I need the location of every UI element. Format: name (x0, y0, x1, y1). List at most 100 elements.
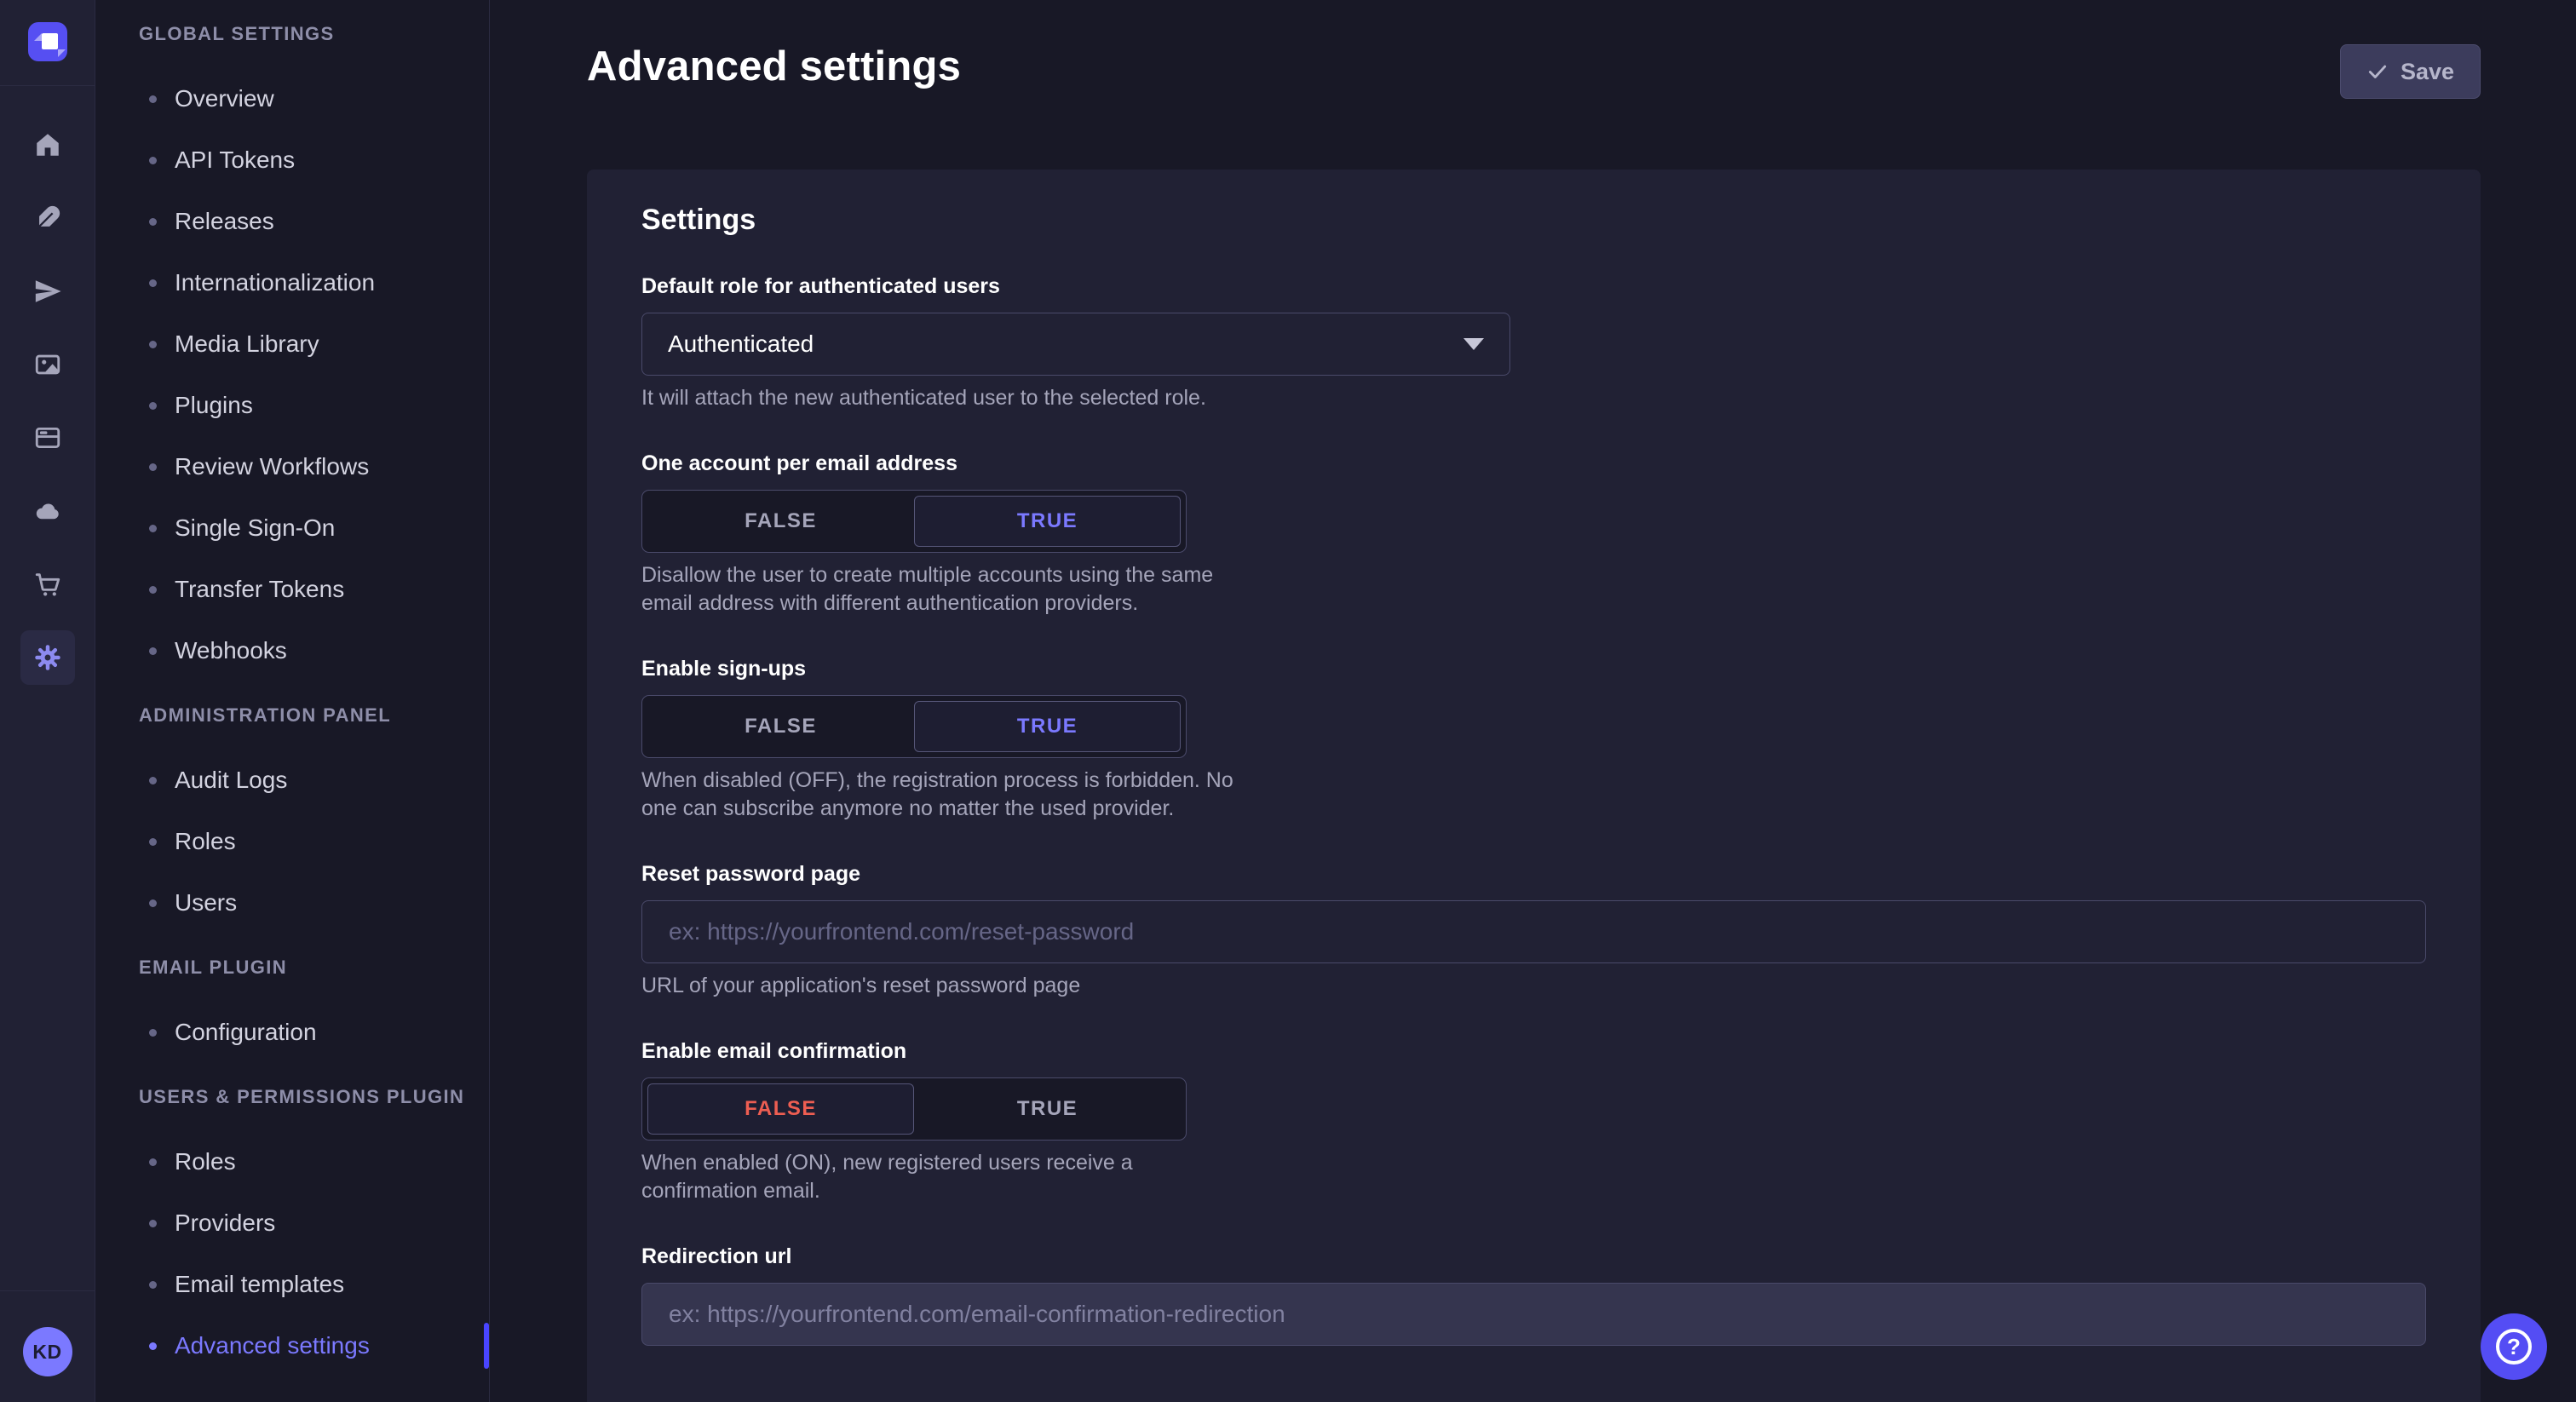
sidebar-item-label: Single Sign-On (175, 514, 335, 542)
field-reset-password: Reset password page URL of your applicat… (641, 862, 2426, 1000)
bullet-icon (149, 463, 157, 471)
strapi-logo[interactable] (28, 22, 67, 61)
subnav-list-email: Configuration (96, 1002, 489, 1063)
sign-ups-toggle: FALSE TRUE (641, 695, 1187, 758)
sidebar-item-label: Webhooks (175, 637, 287, 664)
one-account-true-option[interactable]: TRUE (914, 496, 1181, 547)
default-role-label: Default role for authenticated users (641, 274, 2426, 299)
feather-icon[interactable] (20, 191, 75, 245)
one-account-toggle: FALSE TRUE (641, 490, 1187, 553)
subnav-section-global-settings: GLOBAL SETTINGS (96, 22, 489, 46)
bullet-icon (149, 1281, 157, 1289)
media-library-icon[interactable] (20, 337, 75, 392)
sidebar-item-email-templates[interactable]: Email templates (96, 1254, 489, 1315)
sidebar-item-label: Users (175, 889, 237, 916)
sidebar-item-label: Internationalization (175, 269, 375, 296)
sidebar-item-label: Configuration (175, 1019, 317, 1046)
sidebar-item-label: Plugins (175, 392, 253, 419)
sidebar-item-plugins[interactable]: Plugins (96, 375, 489, 436)
bullet-icon (149, 1220, 157, 1227)
sidebar-item-audit-logs[interactable]: Audit Logs (96, 750, 489, 811)
sidebar-item-media-library[interactable]: Media Library (96, 313, 489, 375)
logo-square (42, 33, 58, 49)
field-redirection-url: Redirection url (641, 1244, 2426, 1346)
bullet-icon (149, 1158, 157, 1166)
bullet-icon (149, 525, 157, 532)
home-icon[interactable] (20, 118, 75, 172)
field-email-confirmation: Enable email confirmation FALSE TRUE Whe… (641, 1039, 2426, 1205)
email-confirmation-toggle: FALSE TRUE (641, 1077, 1187, 1141)
sidebar-item-api-tokens[interactable]: API Tokens (96, 129, 489, 191)
sidebar-item-label: Overview (175, 85, 274, 112)
save-button[interactable]: Save (2340, 44, 2481, 99)
sidebar-item-label: Media Library (175, 330, 319, 358)
email-confirmation-hint: When enabled (ON), new registered users … (641, 1149, 1238, 1205)
sign-ups-false-option[interactable]: FALSE (647, 701, 914, 752)
sign-ups-label: Enable sign-ups (641, 657, 2426, 681)
bullet-icon (149, 838, 157, 846)
rail-divider-bottom (0, 1290, 95, 1291)
logo-triangle-bottom (58, 49, 66, 57)
subnav-section-users-permissions-plugin: USERS & PERMISSIONS PLUGIN (96, 1085, 489, 1109)
rail-divider-top (0, 85, 95, 86)
cloud-icon[interactable] (20, 484, 75, 538)
sign-ups-true-option[interactable]: TRUE (914, 701, 1181, 752)
one-account-label: One account per email address (641, 451, 2426, 476)
cart-icon[interactable] (20, 557, 75, 612)
settings-gear-icon[interactable] (20, 630, 75, 685)
sidebar-item-providers[interactable]: Providers (96, 1192, 489, 1254)
redirection-url-label: Redirection url (641, 1244, 2426, 1269)
sidebar-item-internationalization[interactable]: Internationalization (96, 252, 489, 313)
email-confirmation-true-option[interactable]: TRUE (914, 1083, 1181, 1135)
sidebar-item-review-workflows[interactable]: Review Workflows (96, 436, 489, 497)
reset-password-label: Reset password page (641, 862, 2426, 887)
sidebar-item-label: API Tokens (175, 147, 295, 174)
subnav-section-administration-panel: ADMINISTRATION PANEL (96, 704, 489, 727)
bullet-icon (149, 157, 157, 164)
main-content: Advanced settings Save Settings Default … (491, 0, 2576, 1402)
sidebar-item-advanced-settings[interactable]: Advanced settings (96, 1315, 489, 1376)
subnav-list-admin: Audit Logs Roles Users (96, 750, 489, 934)
sidebar-item-transfer-tokens[interactable]: Transfer Tokens (96, 559, 489, 620)
page-title: Advanced settings (587, 43, 961, 90)
layout-icon[interactable] (20, 411, 75, 465)
reset-password-input[interactable] (641, 900, 2426, 963)
one-account-hint: Disallow the user to create multiple acc… (641, 561, 1238, 618)
field-one-account: One account per email address FALSE TRUE… (641, 451, 2426, 618)
sidebar-item-users[interactable]: Users (96, 872, 489, 934)
avatar[interactable]: KD (23, 1327, 72, 1376)
active-indicator-bar (484, 1323, 489, 1369)
bullet-icon (149, 1342, 157, 1350)
redirection-url-input[interactable] (641, 1283, 2426, 1346)
bullet-icon (149, 341, 157, 348)
bullet-icon (149, 279, 157, 287)
help-button[interactable]: ? (2481, 1313, 2547, 1380)
one-account-false-option[interactable]: FALSE (647, 496, 914, 547)
email-confirmation-label: Enable email confirmation (641, 1039, 2426, 1064)
email-confirmation-false-option[interactable]: FALSE (647, 1083, 914, 1135)
subnav-list-users-permissions: Roles Providers Email templates Advanced… (96, 1131, 489, 1376)
sidebar-item-overview[interactable]: Overview (96, 68, 489, 129)
sidebar-item-single-sign-on[interactable]: Single Sign-On (96, 497, 489, 559)
bullet-icon (149, 777, 157, 784)
check-icon (2366, 60, 2389, 83)
question-mark-icon: ? (2496, 1329, 2532, 1365)
sidebar-item-configuration[interactable]: Configuration (96, 1002, 489, 1063)
paper-plane-icon[interactable] (20, 264, 75, 319)
sidebar-item-label: Review Workflows (175, 453, 369, 480)
icon-rail: KD (0, 0, 95, 1402)
default-role-hint: It will attach the new authenticated use… (641, 384, 2426, 412)
sidebar-item-webhooks[interactable]: Webhooks (96, 620, 489, 681)
bullet-icon (149, 899, 157, 907)
sidebar-item-admin-roles[interactable]: Roles (96, 811, 489, 872)
sidebar-item-label: Roles (175, 1148, 236, 1175)
rail-bottom: KD (0, 1290, 95, 1402)
sidebar-item-up-roles[interactable]: Roles (96, 1131, 489, 1192)
default-role-select[interactable]: Authenticated (641, 313, 1510, 376)
field-sign-ups: Enable sign-ups FALSE TRUE When disabled… (641, 657, 2426, 823)
settings-subnav: GLOBAL SETTINGS Overview API Tokens Rele… (96, 0, 490, 1402)
bullet-icon (149, 647, 157, 655)
sidebar-item-releases[interactable]: Releases (96, 191, 489, 252)
page-header: Advanced settings Save (491, 0, 2576, 99)
sidebar-item-label: Releases (175, 208, 274, 235)
